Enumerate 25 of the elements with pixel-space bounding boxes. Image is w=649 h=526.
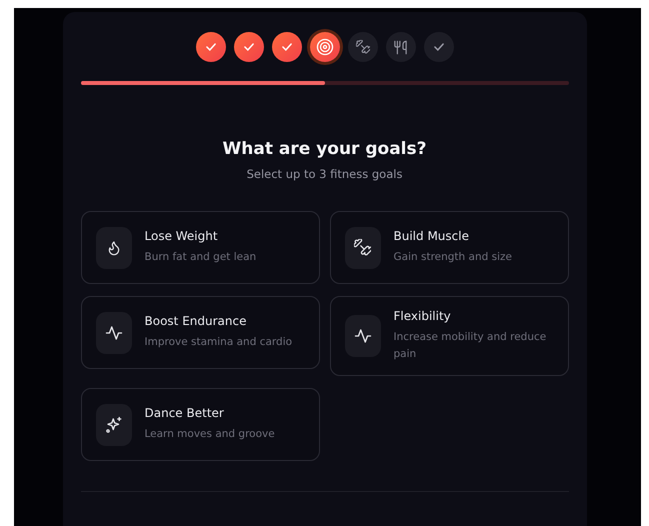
dumbbell-icon [356, 40, 370, 54]
goal-option[interactable]: Flexibility Increase mobility and reduce pain [330, 296, 568, 376]
goal-title: Lose Weight [144, 229, 219, 243]
goal-title: Flexibility [394, 309, 452, 323]
sparkles-icon [104, 416, 122, 434]
goal-option[interactable]: Build Muscle Gain strength and size [330, 211, 568, 284]
goal-description: Increase mobility and reduce pain [394, 330, 548, 362]
goal-description: Learn moves and groove [144, 427, 275, 442]
goal-description: Burn fat and get lean [144, 250, 256, 265]
utensils-icon [393, 40, 408, 54]
page-subtitle: Select up to 3 fitness goals [246, 167, 404, 181]
goal-option[interactable]: Dance Better Learn moves and groove [80, 388, 320, 461]
dumbbell-icon [354, 239, 371, 256]
pulse-icon [104, 324, 122, 342]
pulse-icon [354, 327, 372, 345]
page-title: What are your goals? [222, 139, 428, 159]
goal-title: Boost Endurance [144, 314, 248, 328]
goal-title: Dance Better [144, 406, 225, 420]
goal-description: Improve stamina and cardio [144, 335, 292, 350]
goal-option[interactable]: Lose Weight Burn fat and get lean [80, 211, 320, 284]
target-icon [316, 38, 334, 56]
flame-icon [106, 240, 122, 256]
goal-option[interactable]: Boost Endurance Improve stamina and cardio [80, 296, 320, 369]
goal-title: Build Muscle [394, 229, 470, 243]
goal-description: Gain strength and size [394, 250, 512, 265]
